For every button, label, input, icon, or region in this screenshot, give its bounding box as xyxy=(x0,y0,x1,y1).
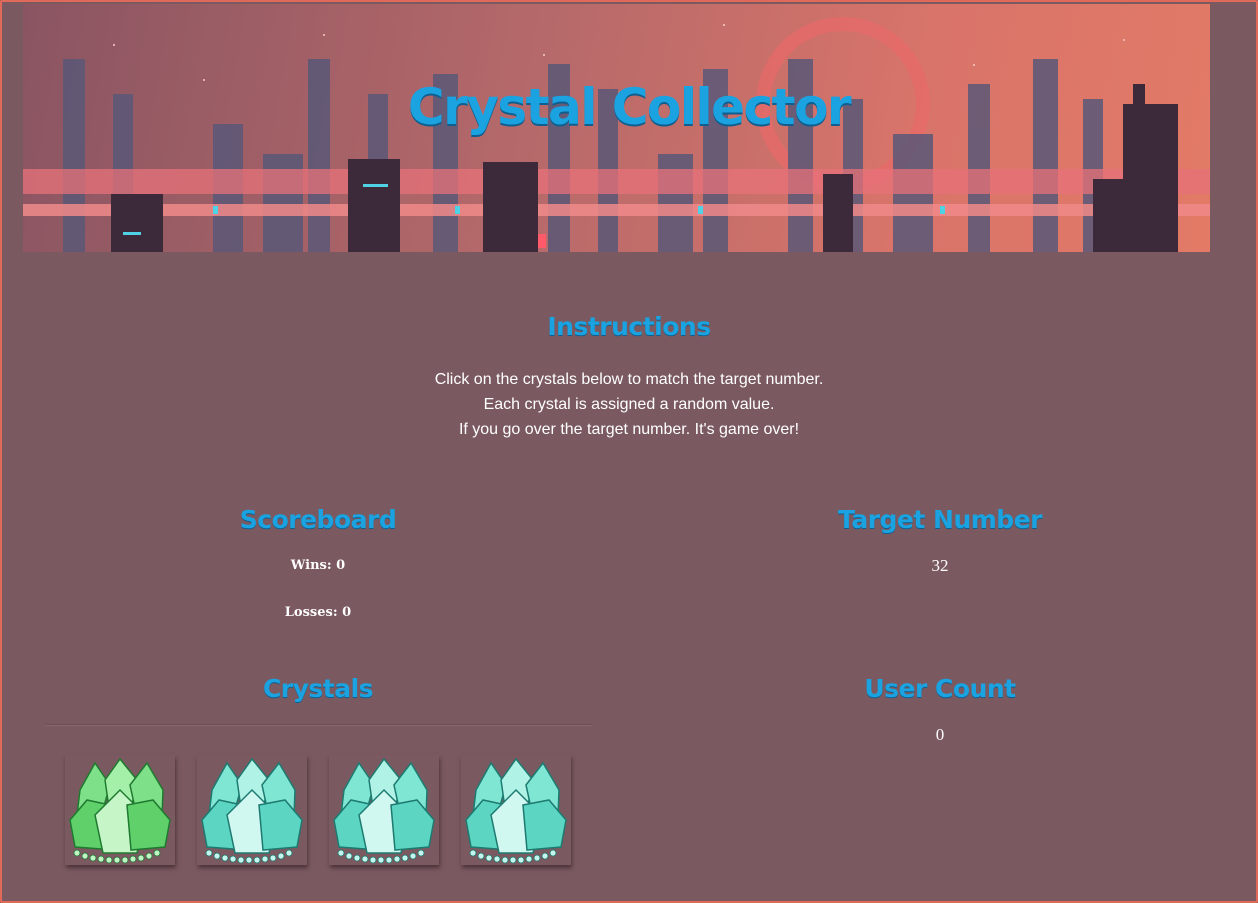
green-crystal-icon xyxy=(69,757,171,864)
scoreboard-heading: Scoreboard xyxy=(239,505,397,534)
instruction-line: If you go over the target number. It's g… xyxy=(458,421,800,438)
green-crystal-button[interactable] xyxy=(65,755,175,865)
instructions-text: Click on the crystals below to match the… xyxy=(0,367,1258,442)
user-count-heading: User Count xyxy=(864,674,1016,703)
teal-crystal-button[interactable] xyxy=(461,755,571,865)
teal-crystal-icon xyxy=(465,757,567,864)
teal-crystal-button[interactable] xyxy=(197,755,307,865)
teal-crystal-button[interactable] xyxy=(329,755,439,865)
crystals-heading: Crystals xyxy=(262,674,374,703)
teal-crystal-icon xyxy=(201,757,303,864)
target-number-heading: Target Number xyxy=(838,505,1043,534)
wins-count: Wins: 0 xyxy=(290,558,346,573)
target-number-value: 32 xyxy=(931,556,949,575)
page-title: Crystal Collector xyxy=(407,78,852,136)
crystals-divider xyxy=(45,724,592,725)
losses-count: Losses: 0 xyxy=(284,605,352,620)
instruction-line: Each crystal is assigned a random value. xyxy=(483,396,775,413)
instruction-line: Click on the crystals below to match the… xyxy=(434,371,824,388)
user-count-value: 0 xyxy=(935,725,945,744)
instructions-heading: Instructions xyxy=(547,312,711,341)
teal-crystal-icon xyxy=(333,757,435,864)
